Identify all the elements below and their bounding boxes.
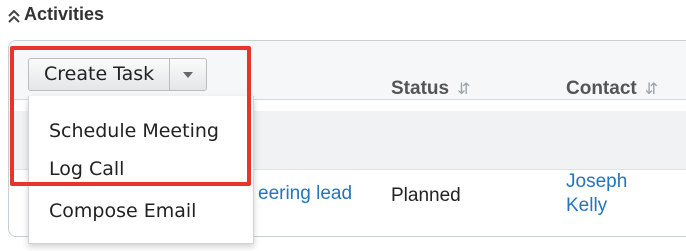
actions-dropdown-menu: Schedule Meeting Log Call Compose Email (28, 96, 254, 244)
double-chevron-up-icon[interactable] (8, 8, 20, 23)
create-task-split-button: Create Task (28, 58, 208, 91)
create-task-dropdown-toggle[interactable] (170, 59, 206, 90)
contact-link[interactable]: Joseph Kelly (566, 170, 627, 218)
sort-icon[interactable]: ⇵ (457, 79, 470, 99)
column-header-status[interactable]: Status ⇵ (391, 78, 470, 100)
contact-header-label: Contact (566, 78, 637, 99)
section-title[interactable]: Activities (8, 4, 104, 25)
menu-item-log-call[interactable]: Log Call (49, 158, 124, 180)
subject-link[interactable]: eering lead (258, 183, 352, 205)
section-title-label: Activities (24, 4, 105, 24)
menu-item-schedule-meeting[interactable]: Schedule Meeting (49, 120, 219, 142)
status-header-label: Status (391, 78, 450, 99)
create-task-button[interactable]: Create Task (29, 59, 171, 90)
column-header-contact[interactable]: Contact ⇵ (566, 78, 658, 100)
status-cell: Planned (391, 185, 461, 206)
sort-icon[interactable]: ⇵ (645, 79, 658, 99)
menu-item-compose-email[interactable]: Compose Email (49, 200, 196, 222)
caret-down-icon (183, 71, 194, 78)
